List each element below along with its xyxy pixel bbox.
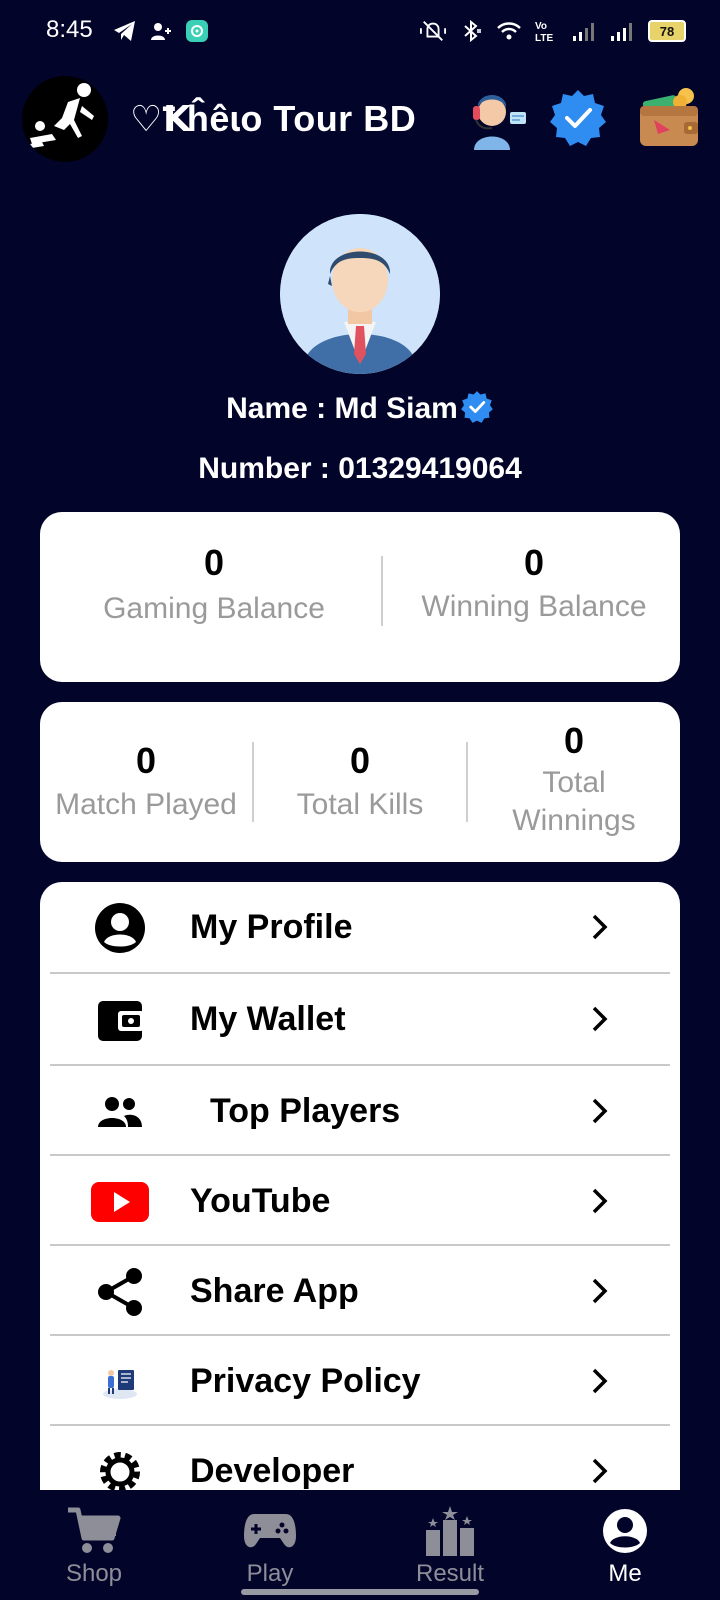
logo-icon[interactable] [22,76,108,162]
status-bar: 8:45 Vo LTE 78 [0,0,720,64]
menu-item-label: Privacy Policy [190,1362,421,1400]
avatar[interactable] [280,214,440,374]
divider [381,556,383,626]
nav-shop[interactable]: Shop [34,1490,154,1588]
nav-label: Me [608,1560,642,1587]
bluetooth-icon [458,18,484,44]
chevron-right-icon [588,1456,612,1486]
total-kills-value: 0 [349,740,371,781]
total-winnings-label: Total Winnings [512,766,636,837]
menu-item-privacy-policy[interactable]: Privacy Policy [50,1336,670,1428]
home-indicator[interactable] [241,1589,479,1595]
verified-badge-icon [460,390,494,424]
menu-item-label: Top Players [210,1092,401,1130]
mute-vibrate-icon [420,18,446,44]
chevron-right-icon [588,1276,612,1306]
chevron-right-icon [588,1186,612,1216]
menu-item-my-profile[interactable]: My Profile [50,882,670,974]
menu-item-share-app[interactable]: Share App [50,1246,670,1338]
gaming-balance-label: Gaming Balance [103,592,325,625]
stats-card: 0 Match Played 0 Total Kills 0 Total Win… [40,702,680,862]
match-played-label: Match Played [55,788,237,821]
total-kills: 0 Total Kills [254,702,466,862]
gamepad-icon [242,1506,298,1556]
verified-badge-icon[interactable] [548,88,608,148]
support-agent-icon[interactable] [466,86,528,150]
nav-result[interactable]: Result [390,1490,510,1588]
menu-card: My Profile My Wallet Top Players YouTube… [40,882,680,1522]
chevron-right-icon [588,1366,612,1396]
menu-item-label: Share App [190,1272,359,1310]
total-winnings-value: 0 [563,720,585,761]
svg-text:Vo: Vo [535,21,547,32]
match-played: 0 Match Played [40,702,252,862]
bottom-navigation: Shop Play Result Me [0,1490,720,1600]
winning-balance[interactable]: 0 Winning Balance [388,512,680,682]
cart-icon [66,1506,122,1556]
nav-play[interactable]: Play [210,1490,330,1588]
youtube-icon [90,1176,150,1228]
volte-icon: Vo LTE [534,18,560,44]
wifi-icon [496,18,522,44]
menu-item-youtube[interactable]: YouTube [50,1156,670,1248]
profile-number: Number : 01329419064 [198,452,522,485]
wallet-icon[interactable] [636,84,702,150]
winning-balance-value: 0 [523,542,545,583]
wallet-icon [90,994,150,1046]
match-played-value: 0 [135,740,157,781]
balance-card: 0 Gaming Balance 0 Winning Balance [40,512,680,682]
profile-name: Name : Md Siam [0,390,720,426]
menu-item-my-wallet[interactable]: My Wallet [50,974,670,1066]
total-kills-label: Total Kills [296,788,424,821]
account-circle-icon [90,902,150,954]
signal-icon-sim2 [610,18,636,44]
status-left-icons [112,18,210,44]
menu-item-label: YouTube [190,1182,331,1220]
add-user-icon [148,18,174,44]
svg-text:LTE: LTE [535,33,553,43]
gaming-balance-value: 0 [203,542,225,583]
account-circle-icon [597,1506,653,1556]
chevron-right-icon [588,1096,612,1126]
nav-label: Shop [65,1560,123,1587]
nav-me[interactable]: Me [565,1490,685,1588]
menu-item-label: Developer [190,1452,355,1490]
chevron-right-icon [588,1004,612,1034]
menu-item-top-players[interactable]: Top Players [50,1066,670,1158]
chevron-right-icon [588,912,612,942]
menu-item-label: My Profile [190,908,353,946]
nav-label: Result [415,1560,485,1587]
share-icon [90,1266,150,1318]
signal-icon-sim1 [572,18,598,44]
telegram-icon [112,18,138,44]
nav-label: Play [246,1560,294,1587]
battery-icon: 78 [648,20,686,42]
people-icon [90,1086,150,1138]
app-header: ♡Ꝁĥêɩo Tour BD [0,72,720,168]
profile-name-text: Name : Md Siam [226,392,458,425]
gaming-balance[interactable]: 0 Gaming Balance [40,512,388,682]
menu-item-label: My Wallet [190,1000,346,1038]
podium-icon [422,1506,478,1556]
app-notification-icon [184,18,210,44]
total-winnings: 0 Total Winnings [468,702,680,862]
privacy-policy-icon [90,1356,150,1408]
status-right-icons: Vo LTE 78 [420,18,686,44]
app-title: ♡Ꝁĥêɩo Tour BD [130,98,417,139]
winning-balance-label: Winning Balance [421,590,647,623]
status-time: 8:45 [46,16,93,43]
